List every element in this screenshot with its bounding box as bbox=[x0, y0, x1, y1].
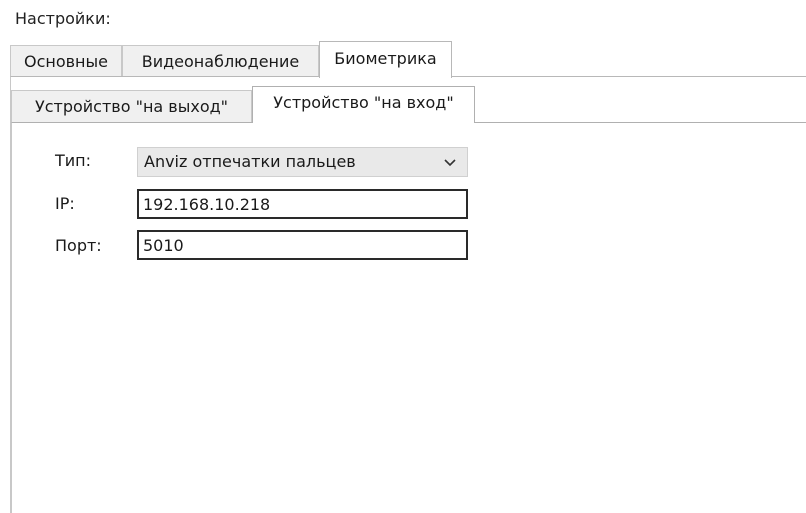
tab-exit-device[interactable]: Устройство "на выход" bbox=[11, 90, 252, 122]
chevron-down-icon bbox=[444, 159, 456, 167]
type-select-value: Anviz отпечатки пальцев bbox=[144, 152, 356, 171]
port-input[interactable] bbox=[137, 230, 468, 260]
tab-video-surveillance[interactable]: Видеонаблюдение bbox=[122, 45, 319, 77]
biometrics-panel: Устройство "на выход" Устройство "на вхо… bbox=[10, 76, 806, 513]
settings-title: Настройки: bbox=[15, 9, 111, 28]
tab-entry-device[interactable]: Устройство "на вход" bbox=[252, 86, 475, 123]
ip-label: IP: bbox=[55, 194, 75, 213]
ip-input[interactable] bbox=[137, 189, 468, 219]
tab-basic[interactable]: Основные bbox=[10, 45, 122, 77]
entry-device-panel: Тип: Anviz отпечатки пальцев IP: Порт: bbox=[11, 122, 806, 513]
type-label: Тип: bbox=[55, 151, 92, 170]
tab-biometrics[interactable]: Биометрика bbox=[319, 41, 452, 78]
port-label: Порт: bbox=[55, 236, 102, 255]
type-select[interactable]: Anviz отпечатки пальцев bbox=[137, 147, 468, 177]
settings-window: Настройки: Основные Видеонаблюдение Биом… bbox=[0, 0, 806, 513]
outer-tab-strip: Основные Видеонаблюдение Биометрика bbox=[10, 41, 806, 78]
